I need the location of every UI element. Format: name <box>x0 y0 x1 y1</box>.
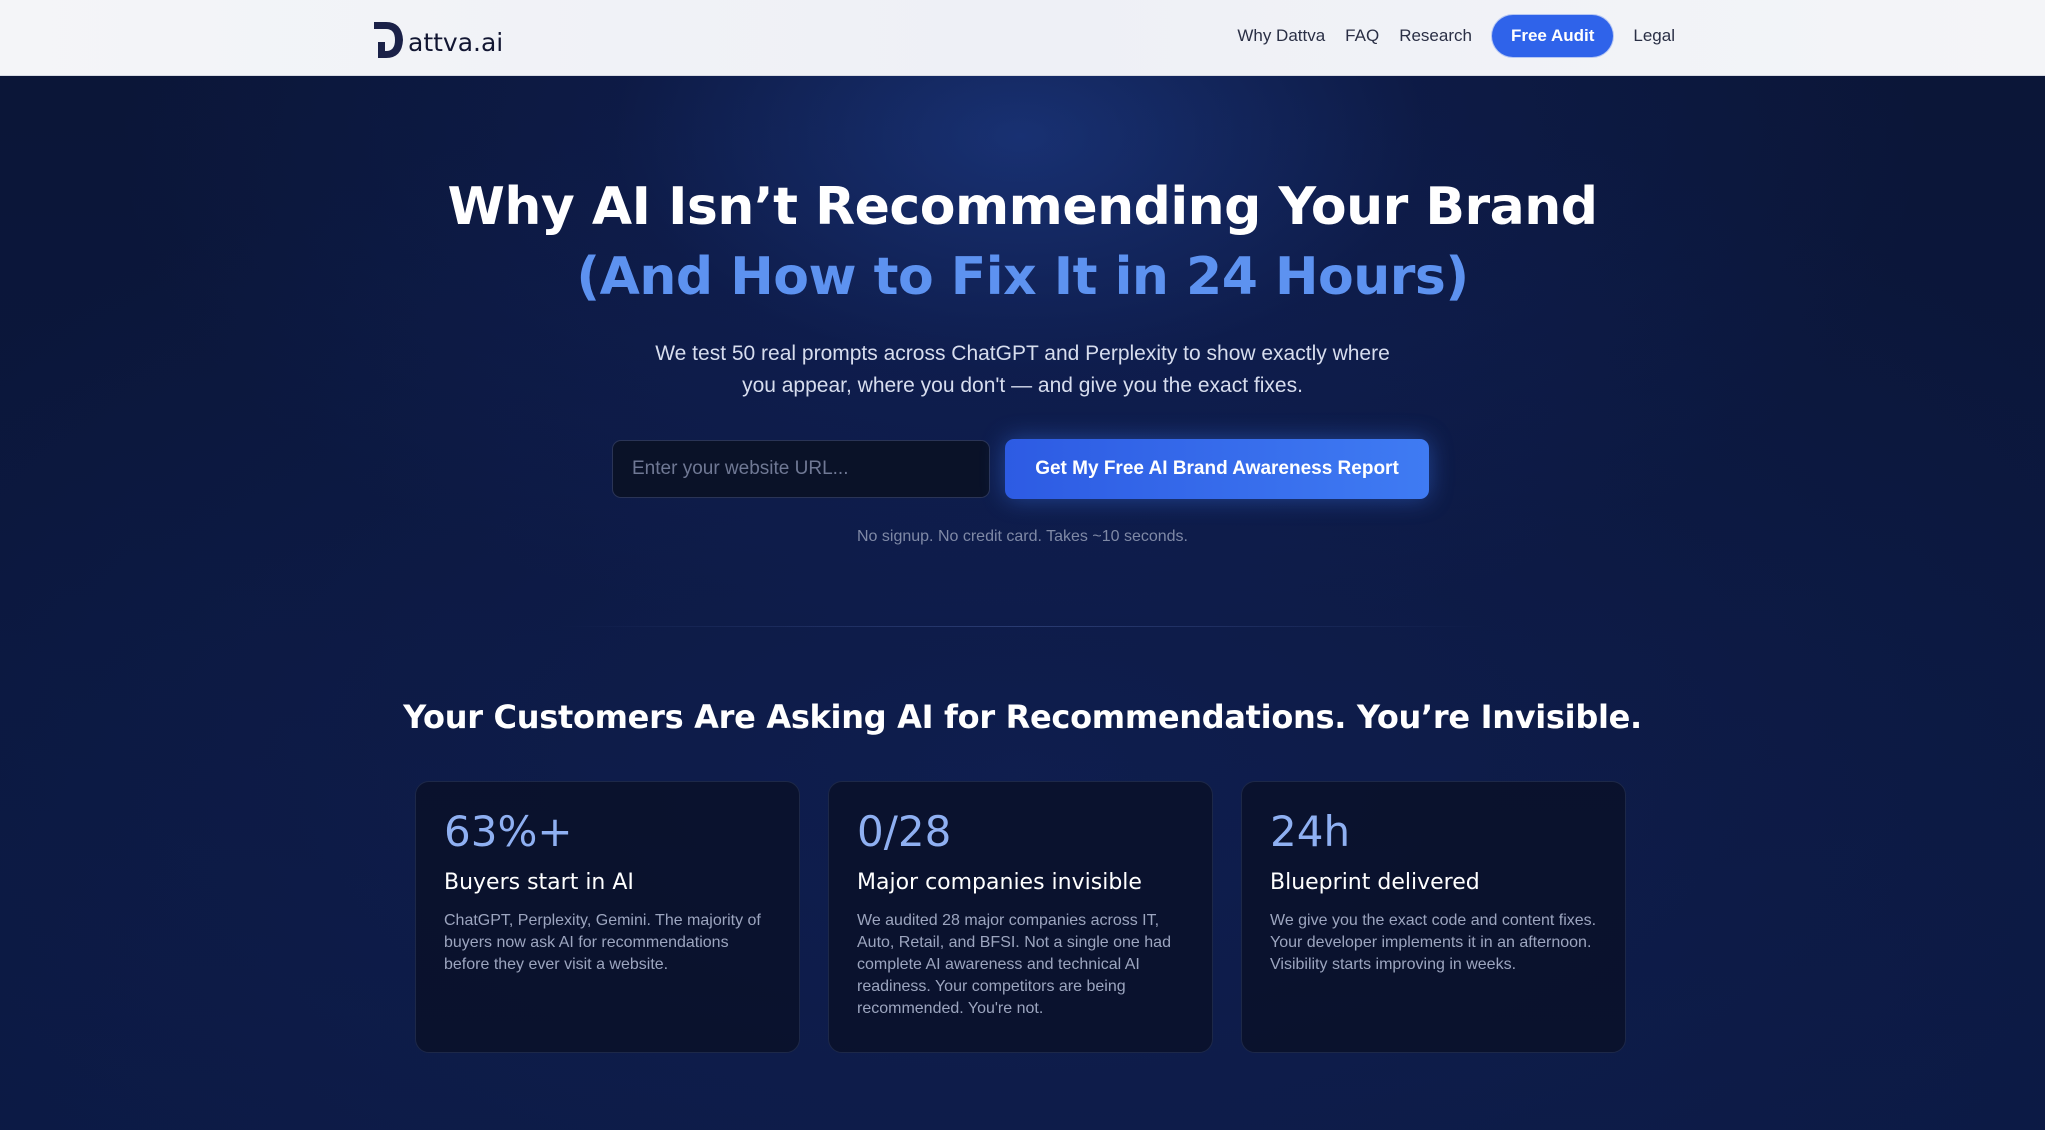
stat-card-blueprint: 24h Blueprint delivered We give you the … <box>1241 781 1626 1053</box>
get-report-button[interactable]: Get My Free AI Brand Awareness Report <box>1005 439 1429 499</box>
section-divider <box>560 626 1485 627</box>
logo-text: attva.ai <box>408 28 504 57</box>
url-form: Get My Free AI Brand Awareness Report <box>612 439 1429 500</box>
section-title: Your Customers Are Asking AI for Recomme… <box>403 698 1642 736</box>
form-note: No signup. No credit card. Takes ~10 sec… <box>857 528 1188 545</box>
hero-subtitle: We test 50 real prompts across ChatGPT a… <box>0 338 2045 402</box>
card-stat: 0/28 <box>857 807 952 856</box>
free-audit-button[interactable]: Free Audit <box>1491 15 1614 57</box>
nav-legal[interactable]: Legal <box>1633 26 1675 46</box>
site-header: attva.ai Why Dattva FAQ Research Free Au… <box>0 0 2045 76</box>
hero-subtitle-line1: We test 50 real prompts across ChatGPT a… <box>655 342 1390 365</box>
stat-card-buyers: 63%+ Buyers start in AI ChatGPT, Perplex… <box>415 781 800 1053</box>
hero-subtitle-line2: you appear, where you don't — and give y… <box>742 374 1303 397</box>
website-url-input[interactable] <box>612 440 990 498</box>
card-stat: 24h <box>1270 807 1351 856</box>
card-title: Major companies invisible <box>857 870 1142 895</box>
main-nav: Why Dattva FAQ Research Free Audit Legal <box>1237 0 1675 72</box>
hero-section: Why AI Isn’t Recommending Your Brand (An… <box>0 76 2045 1130</box>
card-body: ChatGPT, Perplexity, Gemini. The majorit… <box>444 912 761 973</box>
logo-d-icon <box>374 22 403 58</box>
card-title: Buyers start in AI <box>444 870 634 895</box>
hero-title-line2: (And How to Fix It in 24 Hours) <box>576 247 1469 307</box>
hero-title: Why AI Isn’t Recommending Your Brand (An… <box>0 172 2045 312</box>
card-stat: 63%+ <box>444 807 573 856</box>
stat-card-companies: 0/28 Major companies invisible We audite… <box>828 781 1213 1053</box>
card-body: We give you the exact code and content f… <box>1270 912 1597 973</box>
nav-faq[interactable]: FAQ <box>1345 26 1379 46</box>
stat-cards: 63%+ Buyers start in AI ChatGPT, Perplex… <box>415 781 1626 1053</box>
card-title: Blueprint delivered <box>1270 870 1480 895</box>
nav-why-dattva[interactable]: Why Dattva <box>1237 26 1325 46</box>
card-body: We audited 28 major companies across IT,… <box>857 912 1171 1017</box>
logo[interactable]: attva.ai <box>372 16 503 60</box>
hero-title-line1: Why AI Isn’t Recommending Your Brand <box>447 177 1599 237</box>
nav-research[interactable]: Research <box>1399 26 1472 46</box>
